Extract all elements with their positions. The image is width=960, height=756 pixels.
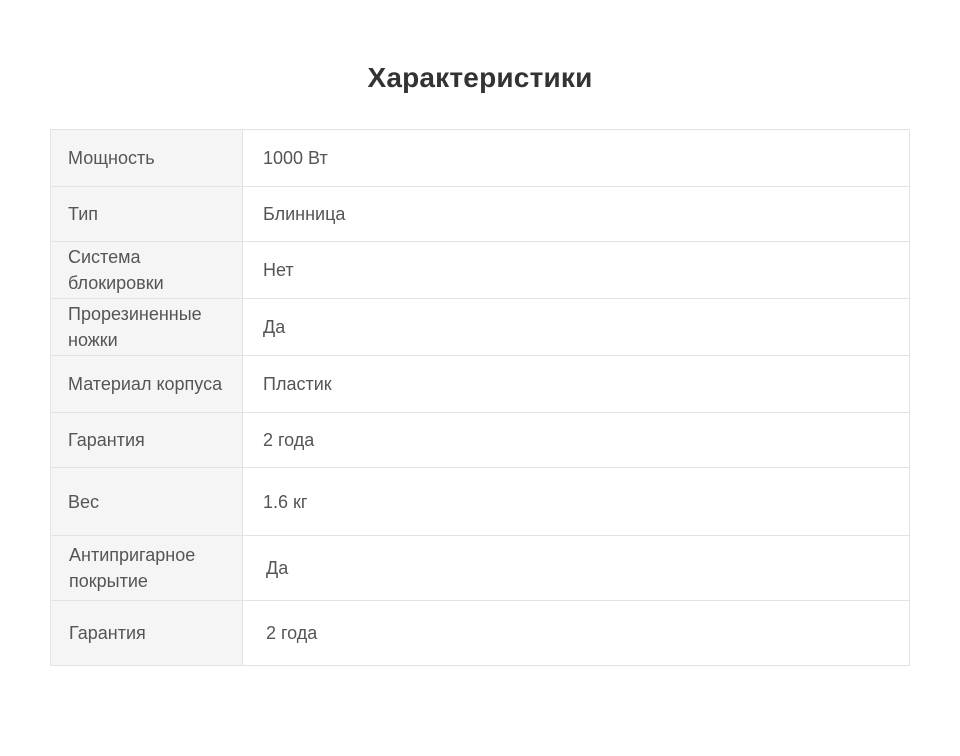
spec-value: Да [242, 535, 910, 601]
spec-row: Антипригарное покрытие Да [50, 535, 910, 601]
spec-label: Антипригарное покрытие [50, 535, 243, 601]
spec-value: Пластик [242, 355, 910, 413]
spec-row: Гарантия 2 года [50, 600, 910, 666]
spec-label: Материал корпуса [50, 355, 243, 413]
spec-value: Да [242, 298, 910, 356]
spec-value: 2 года [242, 412, 910, 468]
spec-row: Прорезиненные ножки Да [50, 298, 910, 356]
specs-table: Мощность 1000 Вт Тип Блинница Система бл… [50, 129, 910, 666]
spec-row: Система блокировки Нет [50, 241, 910, 299]
spec-value: 1.6 кг [242, 467, 910, 536]
spec-value: 2 года [242, 600, 910, 666]
spec-row: Материал корпуса Пластик [50, 355, 910, 413]
spec-label: Мощность [50, 129, 243, 187]
spec-row: Тип Блинница [50, 186, 910, 242]
spec-value: Блинница [242, 186, 910, 242]
spec-label: Вес [50, 467, 243, 536]
spec-row: Гарантия 2 года [50, 412, 910, 468]
spec-label: Гарантия [50, 412, 243, 468]
spec-label: Система блокировки [50, 241, 243, 299]
spec-label: Гарантия [50, 600, 243, 666]
spec-row: Мощность 1000 Вт [50, 129, 910, 187]
spec-value: 1000 Вт [242, 129, 910, 187]
spec-label: Тип [50, 186, 243, 242]
page-title: Характеристики [367, 62, 593, 93]
spec-value: Нет [242, 241, 910, 299]
spec-row: Вес 1.6 кг [50, 467, 910, 536]
spec-label: Прорезиненные ножки [50, 298, 243, 356]
